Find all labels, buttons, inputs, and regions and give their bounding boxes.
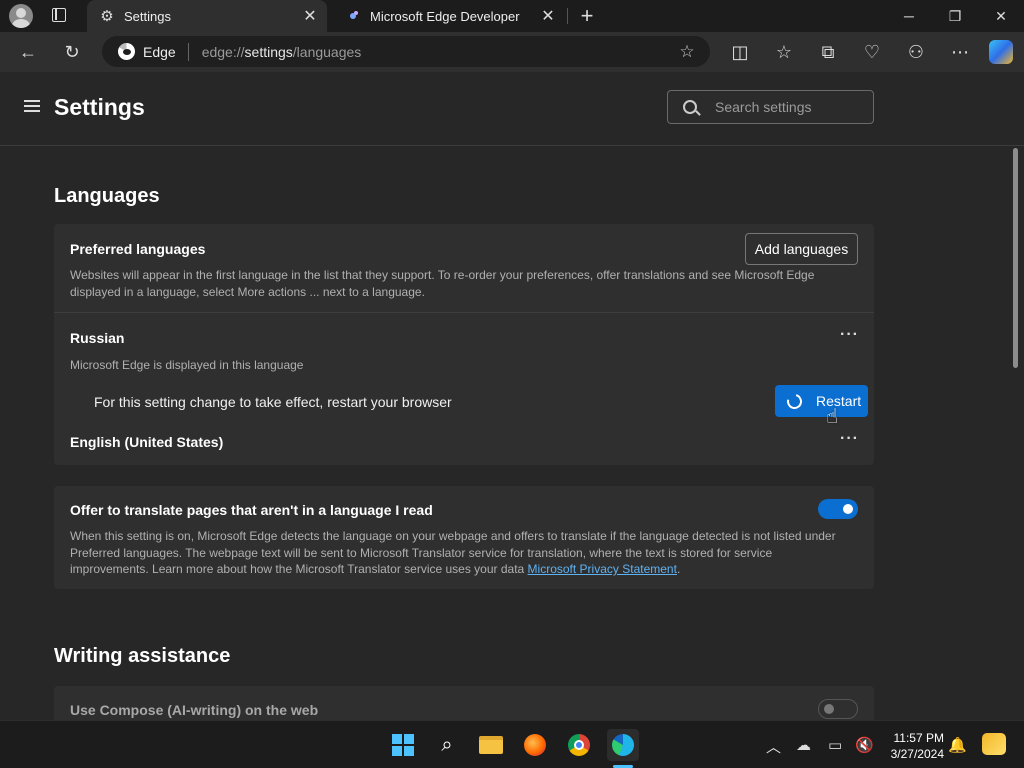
preferred-languages-title: Preferred languages: [70, 241, 206, 257]
vertical-tabs-icon[interactable]: [52, 8, 66, 22]
close-tab-icon[interactable]: ✕: [537, 5, 559, 27]
tab-title: Microsoft Edge Developer: [370, 8, 520, 24]
copilot-pre-icon[interactable]: [982, 733, 1006, 755]
restart-button[interactable]: Restart: [775, 385, 868, 417]
privacy-statement-link[interactable]: Microsoft Privacy Statement: [528, 562, 677, 576]
network-icon[interactable]: ▭: [828, 736, 842, 754]
preferred-languages-desc: Websites will appear in the first langua…: [70, 268, 815, 299]
address-divider: [187, 42, 189, 61]
address-bar-label: Edge: [143, 43, 176, 60]
extensions-icon[interactable]: ⚇: [901, 37, 931, 67]
compose-toggle[interactable]: [818, 699, 858, 719]
languages-card: Preferred languages Add languages Websit…: [54, 224, 874, 465]
browser-toolbar: ← ↻ Edge edge://settings/languages ☆ ◫ ☆…: [0, 32, 1024, 72]
favorites-icon[interactable]: ☆: [769, 37, 799, 67]
firefox-icon[interactable]: [519, 729, 551, 761]
close-tab-icon[interactable]: ✕: [299, 5, 321, 27]
windows-taskbar: ⌕ ︿ ☁ ▭ 🔇 11:57 PM 3/27/2024 🔔: [0, 720, 1024, 768]
tab-settings[interactable]: ⚙ Settings ✕: [87, 0, 327, 32]
language-russian: Russian: [70, 330, 125, 346]
compose-card: Use Compose (AI-writing) on the web: [54, 686, 874, 720]
notification-bell-icon[interactable]: 🔔: [948, 736, 967, 754]
translate-card: Offer to translate pages that aren't in …: [54, 486, 874, 589]
search-input[interactable]: [715, 99, 865, 115]
language-english-us: English (United States): [70, 434, 224, 450]
date-text: 3/27/2024: [890, 747, 944, 761]
volume-muted-icon[interactable]: 🔇: [855, 736, 874, 754]
search-settings-box[interactable]: [667, 90, 874, 124]
search-icon[interactable]: ⌕: [431, 729, 463, 761]
translate-title: Offer to translate pages that aren't in …: [70, 502, 433, 518]
refresh-button[interactable]: ↻: [57, 37, 87, 67]
translate-toggle[interactable]: [818, 499, 858, 519]
tab-edge-developer[interactable]: Microsoft Edge Developer ✕: [333, 0, 565, 32]
clock[interactable]: 11:57 PM 3/27/2024: [882, 730, 944, 762]
minimize-button[interactable]: ─: [886, 0, 932, 32]
settings-header: Settings: [0, 72, 1024, 146]
compose-title: Use Compose (AI-writing) on the web: [70, 702, 319, 718]
browser-essentials-icon[interactable]: ♡: [857, 37, 887, 67]
file-explorer-icon[interactable]: [475, 729, 507, 761]
copilot-icon[interactable]: [989, 40, 1013, 64]
tab-title: Settings: [124, 8, 171, 24]
tab-separator: [567, 8, 568, 24]
scrollbar-thumb[interactable]: [1013, 148, 1018, 368]
settings-page: Settings Languages Preferred languages A…: [0, 72, 1024, 720]
hamburger-menu-icon[interactable]: [24, 100, 40, 112]
time-text: 11:57 PM: [893, 731, 944, 745]
close-window-button[interactable]: ✕: [978, 0, 1024, 32]
mouse-cursor-icon: ☝: [826, 406, 839, 428]
url-text[interactable]: edge://settings/languages: [202, 44, 672, 60]
new-tab-button[interactable]: +: [574, 3, 600, 29]
split-screen-icon[interactable]: ◫: [725, 37, 755, 67]
card-divider: [54, 312, 874, 313]
tab-strip: ⚙ Settings ✕ Microsoft Edge Developer ✕ …: [0, 0, 1024, 32]
add-languages-button[interactable]: Add languages: [745, 233, 858, 265]
restore-button[interactable]: ❐: [932, 0, 978, 32]
gear-icon: ⚙: [100, 8, 114, 25]
restart-icon: [784, 390, 805, 412]
language-russian-note: Microsoft Edge is displayed in this lang…: [70, 358, 304, 372]
writing-assistance-section-title: Writing assistance: [54, 645, 231, 667]
more-menu-icon[interactable]: ⋯: [945, 37, 975, 67]
edge-icon[interactable]: [607, 729, 639, 761]
search-icon: [683, 100, 697, 114]
restart-message: For this setting change to take effect, …: [94, 394, 452, 410]
translate-desc: When this setting is on, Microsoft Edge …: [70, 529, 836, 576]
back-button[interactable]: ←: [13, 37, 43, 67]
profile-avatar-icon[interactable]: [9, 4, 33, 28]
chevron-up-icon[interactable]: ︿: [766, 736, 781, 757]
favorite-star-icon[interactable]: ☆: [672, 42, 702, 62]
more-actions-english-icon[interactable]: ···: [840, 430, 859, 448]
more-actions-russian-icon[interactable]: ···: [840, 326, 859, 344]
edge-icon: [118, 43, 135, 60]
address-bar[interactable]: Edge edge://settings/languages ☆: [102, 36, 710, 67]
page-title: Settings: [54, 94, 145, 120]
chrome-icon[interactable]: [563, 729, 595, 761]
start-icon[interactable]: [387, 729, 419, 761]
edge-dev-icon: [345, 8, 361, 24]
languages-section-title: Languages: [54, 185, 160, 207]
restart-label: Restart: [816, 393, 862, 409]
cloud-icon[interactable]: ☁: [796, 736, 811, 754]
collections-icon[interactable]: ⧉: [813, 37, 843, 67]
